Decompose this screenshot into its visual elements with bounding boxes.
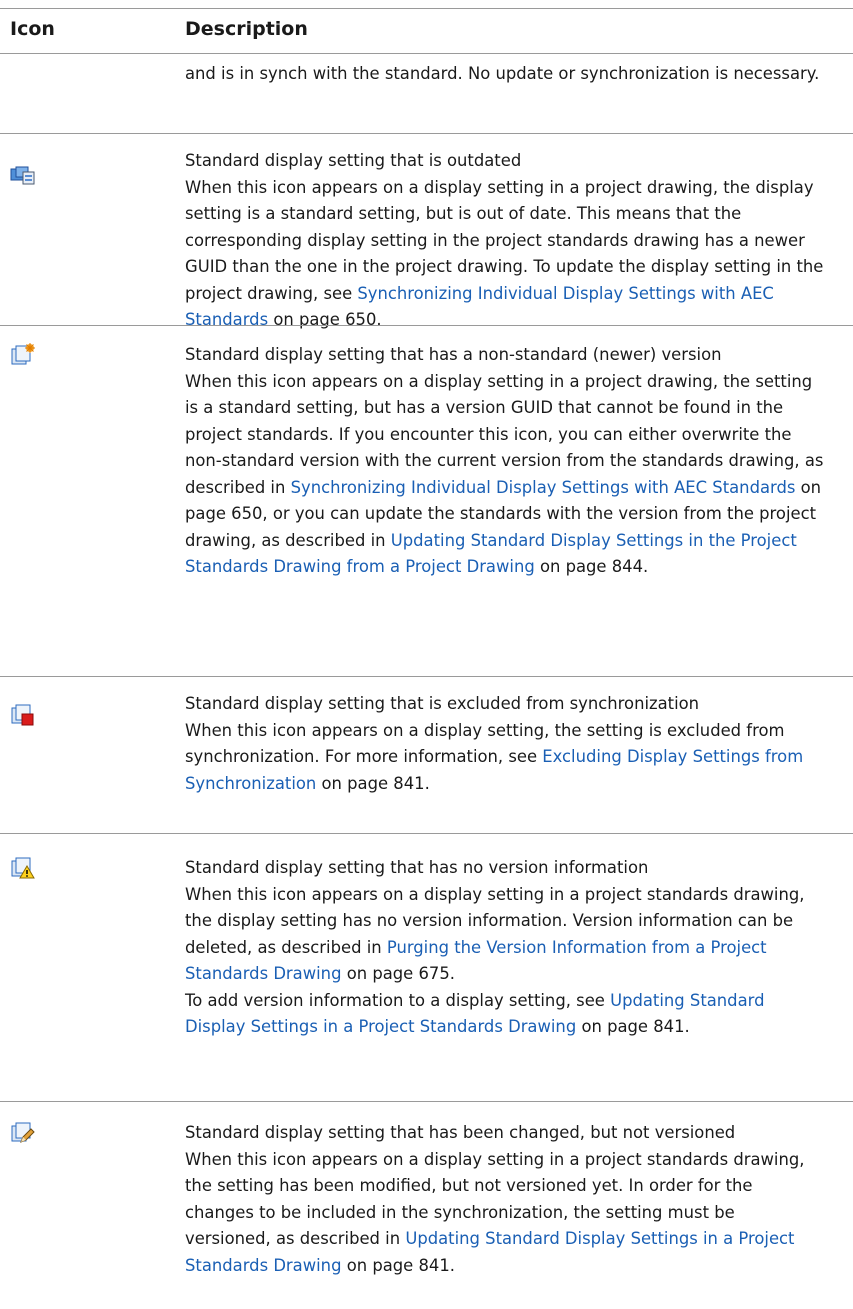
row-description-extra: To add version information to a display … — [185, 990, 765, 1037]
changed-not-versioned-icon — [10, 1121, 35, 1143]
row-title: Standard display setting that has a non-… — [185, 345, 722, 364]
column-header-description: Description — [185, 18, 308, 40]
row-title: Standard display setting that has been c… — [185, 1123, 736, 1142]
table-row: Standard display setting that is exclude… — [185, 691, 825, 797]
row-divider — [0, 325, 853, 326]
newer-version-setting-icon — [10, 343, 35, 365]
row-divider — [0, 1101, 853, 1102]
table-row: Standard display setting that has been c… — [185, 1120, 825, 1279]
table-row: Standard display setting that has a non-… — [185, 342, 825, 581]
table-row: and is in synch with the standard. No up… — [185, 61, 825, 88]
table-row: Standard display setting that has no ver… — [185, 855, 825, 1041]
outdated-setting-icon — [10, 164, 35, 186]
synchronizing-individual-link[interactable]: Synchronizing Individual Display Setting… — [291, 478, 796, 497]
table-top-rule — [0, 8, 853, 9]
header-rule — [0, 53, 853, 54]
row-divider — [0, 133, 853, 134]
row-description: When this icon appears on a display sett… — [185, 1149, 805, 1275]
row-description: When this icon appears on a display sett… — [185, 884, 805, 984]
row-description: When this icon appears on a display sett… — [185, 177, 824, 330]
column-header-icon: Icon — [10, 18, 55, 40]
row-divider — [0, 833, 853, 834]
row-continued-text: and is in synch with the standard. No up… — [185, 64, 820, 83]
no-version-warning-icon — [10, 856, 35, 879]
row-description: When this icon appears on a display sett… — [185, 371, 824, 577]
excluded-setting-icon — [10, 703, 34, 726]
row-title: Standard display setting that is exclude… — [185, 694, 700, 713]
row-divider — [0, 676, 853, 677]
row-title: Standard display setting that is outdate… — [185, 151, 522, 170]
row-description: When this icon appears on a display sett… — [185, 720, 804, 793]
table-row: Standard display setting that is outdate… — [185, 148, 825, 334]
row-title: Standard display setting that has no ver… — [185, 858, 649, 877]
